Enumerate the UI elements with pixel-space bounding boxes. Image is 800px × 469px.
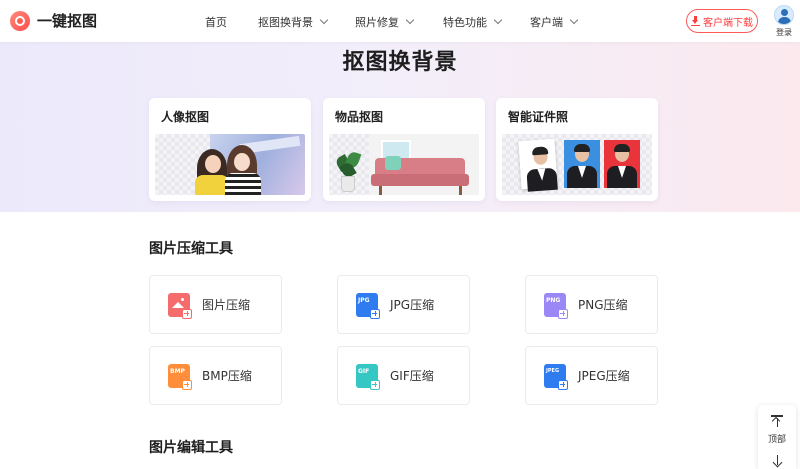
nav-item-features[interactable]: 特色功能 [443,14,503,30]
chevron-down-icon [493,15,503,25]
avatar-icon [774,5,794,25]
card-title: 智能证件照 [508,110,569,124]
id-photo-sample-image [502,134,652,195]
gif-file-icon: GIF [356,363,380,390]
nav-item-client[interactable]: 客户端 [530,14,579,30]
image-compress-icon [168,292,192,319]
jpeg-file-icon: JPEG [544,363,568,390]
card-title: 人像抠图 [161,110,210,124]
nav-item-photo-repair[interactable]: 照片修复 [355,14,415,30]
tool-png-compress[interactable]: PNG PNG压缩 [525,275,658,334]
card-title: 物品抠图 [335,110,384,124]
nav-item-label: 抠图换背景 [258,16,313,29]
hero-title: 抠图换背景 [342,50,458,75]
login-label: 登录 [776,28,792,37]
tool-gif-compress[interactable]: GIF GIF压缩 [337,346,470,405]
nav-item-label: 首页 [205,16,227,29]
nav-item-label: 特色功能 [443,16,487,29]
tool-label: PNG压缩 [578,298,628,312]
brand-name: 一键抠图 [37,12,98,30]
bmp-file-icon: BMP [168,363,192,390]
portrait-sample-image [155,134,305,195]
download-icon [691,16,700,26]
nav-item-label: 照片修复 [355,16,399,29]
back-to-top-label: 顶部 [767,435,786,445]
png-file-icon: PNG [544,292,568,319]
card-portrait-cutout[interactable]: 人像抠图 [149,98,311,201]
object-sample-image [329,134,479,195]
tool-jpg-compress[interactable]: JPG JPG压缩 [337,275,470,334]
top-header: 一键抠图 首页 抠图换背景 照片修复 特色功能 客户端 客户端下载 登录 [0,0,800,42]
nav-item-cutout[interactable]: 抠图换背景 [258,14,329,30]
compress-section-title: 图片压缩工具 [149,241,233,257]
nav-item-label: 客户端 [530,16,563,29]
brand-logo[interactable]: 一键抠图 [10,10,97,31]
chevron-down-icon [319,15,329,25]
edit-section-title: 图片编辑工具 [149,440,233,456]
login-button[interactable]: 登录 [772,5,796,38]
card-object-cutout[interactable]: 物品抠图 [323,98,485,201]
chevron-down-icon [405,15,415,25]
tool-label: JPEG压缩 [578,369,630,383]
card-id-photo[interactable]: 智能证件照 [496,98,658,201]
logo-icon [10,10,30,31]
hero-section: 抠图换背景 人像抠图 物品抠图 智能证件照 [0,42,800,212]
tool-label: 图片压缩 [202,298,251,312]
tool-label: BMP压缩 [202,369,252,383]
chevron-down-icon [569,15,579,25]
nav-item-home[interactable]: 首页 [205,14,227,30]
floating-side-bar: 顶部 [758,405,796,469]
tool-image-compress[interactable]: 图片压缩 [149,275,282,334]
client-download-button[interactable]: 客户端下载 [686,9,758,33]
tool-label: GIF压缩 [390,369,434,383]
tool-label: JPG压缩 [390,298,435,312]
download-label: 客户端下载 [703,17,753,29]
tool-jpeg-compress[interactable]: JPEG JPEG压缩 [525,346,658,405]
scroll-down-icon[interactable] [771,453,783,467]
tool-bmp-compress[interactable]: BMP BMP压缩 [149,346,282,405]
jpg-file-icon: JPG [356,292,380,319]
